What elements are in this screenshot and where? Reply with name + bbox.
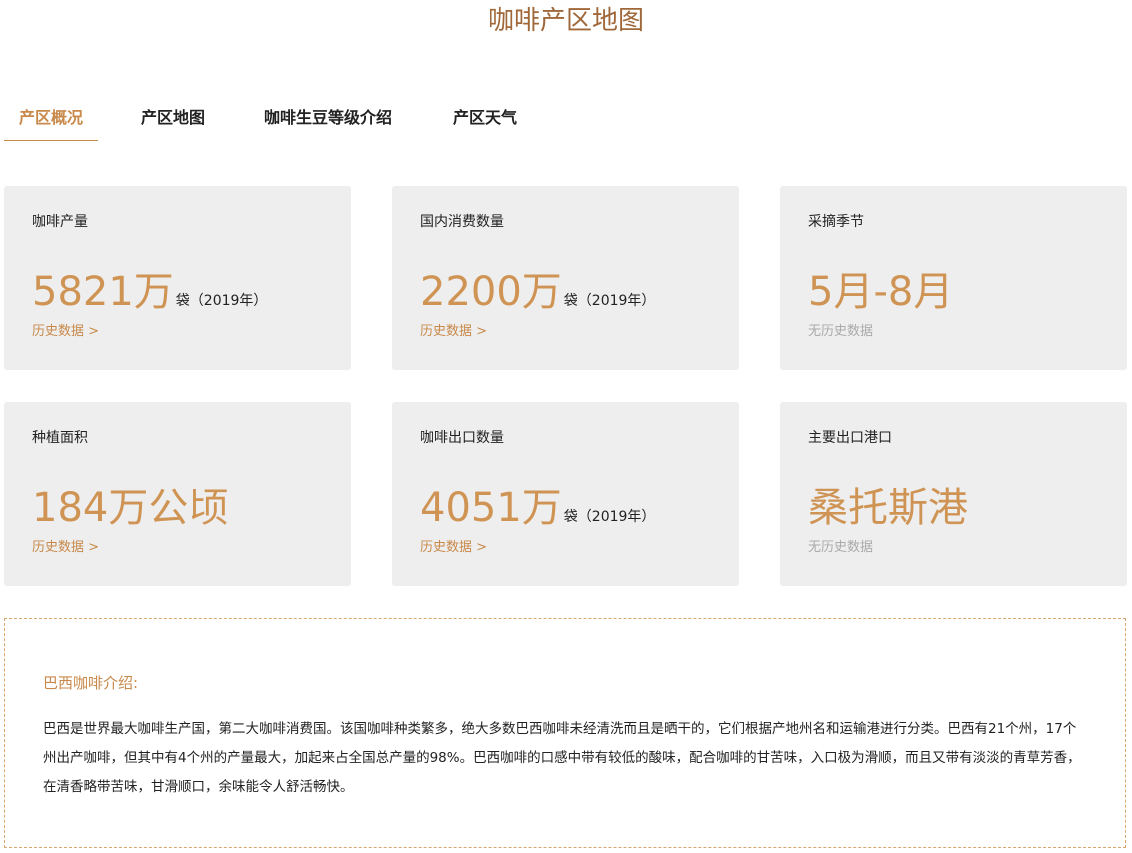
- stat-value-row: 4051万 袋（2019年）: [420, 484, 655, 541]
- stat-unit: 袋（2019年）: [563, 293, 656, 309]
- no-history-text: 无历史数据: [808, 324, 874, 339]
- tab-bean-grades[interactable]: 咖啡生豆等级介绍: [250, 104, 406, 140]
- stat-card-production: 咖啡产量 5821万 袋（2019年） 历史数据 >: [4, 186, 351, 370]
- stat-card-harvest-season: 采摘季节 5月-8月 无历史数据: [780, 186, 1127, 370]
- stat-label: 主要出口港口: [808, 430, 892, 446]
- no-history-text: 无历史数据: [808, 540, 874, 555]
- stat-label: 咖啡产量: [32, 214, 88, 230]
- intro-title: 巴西咖啡介绍:: [43, 674, 139, 692]
- stat-value: 2200万: [420, 269, 562, 315]
- history-data-link[interactable]: 历史数据 >: [420, 539, 487, 557]
- stat-card-planting-area: 种植面积 184万公顷 历史数据 >: [4, 402, 351, 586]
- stat-value: 5月-8月: [808, 269, 954, 315]
- stat-value-row: 5821万 袋（2019年）: [32, 268, 267, 325]
- tab-region-weather[interactable]: 产区天气: [438, 104, 532, 140]
- stat-value: 5821万: [32, 269, 174, 315]
- stat-value: 184万公顷: [32, 485, 229, 531]
- stat-label: 国内消费数量: [420, 214, 504, 230]
- brazil-coffee-intro: 巴西咖啡介绍: 巴西是世界最大咖啡生产国，第二大咖啡消费国。该国咖啡种类繁多，绝…: [4, 618, 1126, 848]
- intro-text: 巴西是世界最大咖啡生产国，第二大咖啡消费国。该国咖啡种类繁多，绝大多数巴西咖啡未…: [43, 721, 1081, 795]
- stat-card-export-port: 主要出口港口 桑托斯港 无历史数据: [780, 402, 1127, 586]
- tab-region-map[interactable]: 产区地图: [126, 104, 220, 140]
- page-title: 咖啡产区地图: [487, 6, 644, 36]
- history-data-link[interactable]: 历史数据 >: [32, 323, 99, 341]
- stat-card-export-volume: 咖啡出口数量 4051万 袋（2019年） 历史数据 >: [392, 402, 739, 586]
- tab-overview[interactable]: 产区概况: [4, 104, 98, 141]
- stat-value: 桑托斯港: [808, 485, 968, 531]
- history-data-link[interactable]: 历史数据 >: [32, 539, 99, 557]
- tab-bar: 产区概况 产区地图 咖啡生豆等级介绍 产区天气: [4, 104, 1128, 142]
- history-data-link[interactable]: 历史数据 >: [420, 323, 487, 341]
- stat-value: 4051万: [420, 485, 562, 531]
- stat-label: 采摘季节: [808, 214, 864, 230]
- stat-value-row: 5月-8月: [808, 268, 953, 324]
- stat-value-row: 桑托斯港: [808, 484, 968, 540]
- stat-value-row: 184万公顷: [32, 484, 228, 540]
- stat-value-row: 2200万 袋（2019年）: [420, 268, 655, 325]
- stat-card-domestic-consumption: 国内消费数量 2200万 袋（2019年） 历史数据 >: [392, 186, 739, 370]
- stat-label: 咖啡出口数量: [420, 430, 504, 446]
- stat-label: 种植面积: [32, 430, 88, 446]
- stat-unit: 袋（2019年）: [175, 293, 268, 309]
- stat-unit: 袋（2019年）: [563, 509, 656, 525]
